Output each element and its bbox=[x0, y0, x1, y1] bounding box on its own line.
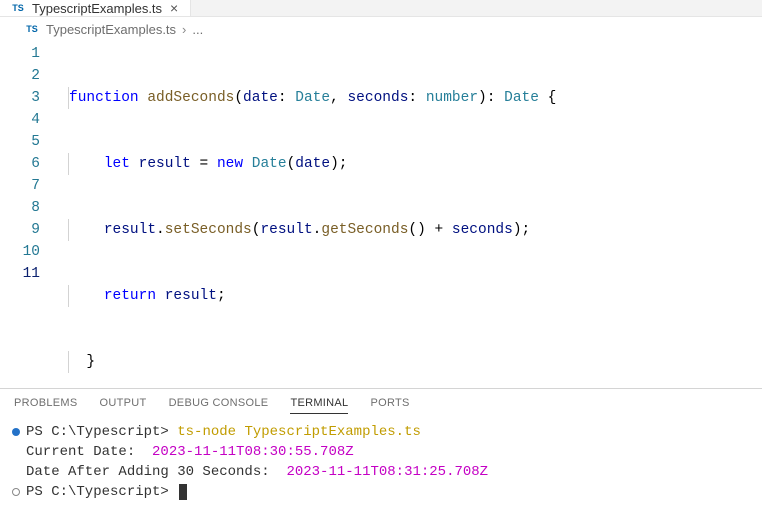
terminal-prompt: PS C:\Typescript> bbox=[26, 422, 177, 442]
code-editor[interactable]: 1 2 3 4 5 6 7 8 9 10 11 function addSeco… bbox=[0, 41, 762, 388]
line-number: 9 bbox=[0, 219, 40, 241]
terminal-line: PS C:\Typescript> ts-node TypescriptExam… bbox=[12, 422, 752, 442]
line-number: 11 bbox=[0, 263, 40, 285]
typescript-file-icon: TS bbox=[24, 21, 40, 37]
tab-debug-console[interactable]: DEBUG CONSOLE bbox=[169, 397, 269, 414]
editor-tab-typescriptexamples[interactable]: TS TypescriptExamples.ts × bbox=[0, 0, 191, 16]
active-prompt-icon bbox=[12, 428, 20, 436]
chevron-right-icon: › bbox=[182, 22, 186, 37]
tab-ports[interactable]: PORTS bbox=[370, 397, 409, 414]
terminal-prompt: PS C:\Typescript> bbox=[26, 482, 177, 502]
line-number: 5 bbox=[0, 131, 40, 153]
terminal-output-value: 2023-11-11T08:30:55.708Z bbox=[152, 442, 354, 462]
code-line[interactable]: result.setSeconds(result.getSeconds() + … bbox=[58, 219, 762, 241]
terminal-output-value: 2023-11-11T08:31:25.708Z bbox=[286, 462, 488, 482]
breadcrumb[interactable]: TS TypescriptExamples.ts › ... bbox=[0, 17, 762, 41]
editor-tab-bar: TS TypescriptExamples.ts × bbox=[0, 0, 762, 17]
line-number: 4 bbox=[0, 109, 40, 131]
line-number: 3 bbox=[0, 87, 40, 109]
line-number: 10 bbox=[0, 241, 40, 263]
tab-problems[interactable]: PROBLEMS bbox=[14, 397, 78, 414]
line-number: 1 bbox=[0, 43, 40, 65]
breadcrumb-rest: ... bbox=[192, 22, 203, 37]
tab-output[interactable]: OUTPUT bbox=[100, 397, 147, 414]
code-line[interactable]: function addSeconds(date: Date, seconds:… bbox=[58, 87, 762, 109]
line-gutter: 1 2 3 4 5 6 7 8 9 10 11 bbox=[0, 41, 58, 388]
cursor-icon bbox=[179, 484, 187, 500]
terminal-output-label: Date After Adding 30 Seconds: bbox=[26, 462, 286, 482]
terminal-line: Current Date: 2023-11-11T08:30:55.708Z bbox=[12, 442, 752, 462]
line-number: 7 bbox=[0, 175, 40, 197]
panel-tab-bar: PROBLEMS OUTPUT DEBUG CONSOLE TERMINAL P… bbox=[0, 389, 762, 420]
code-line[interactable]: return result; bbox=[58, 285, 762, 307]
close-icon[interactable]: × bbox=[168, 0, 180, 16]
line-number: 8 bbox=[0, 197, 40, 219]
breadcrumb-filename: TypescriptExamples.ts bbox=[46, 22, 176, 37]
bottom-panel: PROBLEMS OUTPUT DEBUG CONSOLE TERMINAL P… bbox=[0, 388, 762, 512]
terminal-line: PS C:\Typescript> bbox=[12, 482, 752, 502]
code-area[interactable]: function addSeconds(date: Date, seconds:… bbox=[58, 41, 762, 388]
typescript-file-icon: TS bbox=[10, 0, 26, 16]
code-line[interactable]: } bbox=[58, 351, 762, 373]
terminal-command: ts-node TypescriptExamples.ts bbox=[177, 422, 421, 442]
terminal-output-label: Current Date: bbox=[26, 442, 152, 462]
terminal-line: Date After Adding 30 Seconds: 2023-11-11… bbox=[12, 462, 752, 482]
tab-terminal[interactable]: TERMINAL bbox=[290, 397, 348, 414]
idle-prompt-icon bbox=[12, 488, 20, 496]
code-line[interactable]: let result = new Date(date); bbox=[58, 153, 762, 175]
line-number: 2 bbox=[0, 65, 40, 87]
line-number: 6 bbox=[0, 153, 40, 175]
terminal[interactable]: PS C:\Typescript> ts-node TypescriptExam… bbox=[0, 420, 762, 512]
tab-filename: TypescriptExamples.ts bbox=[32, 1, 162, 16]
